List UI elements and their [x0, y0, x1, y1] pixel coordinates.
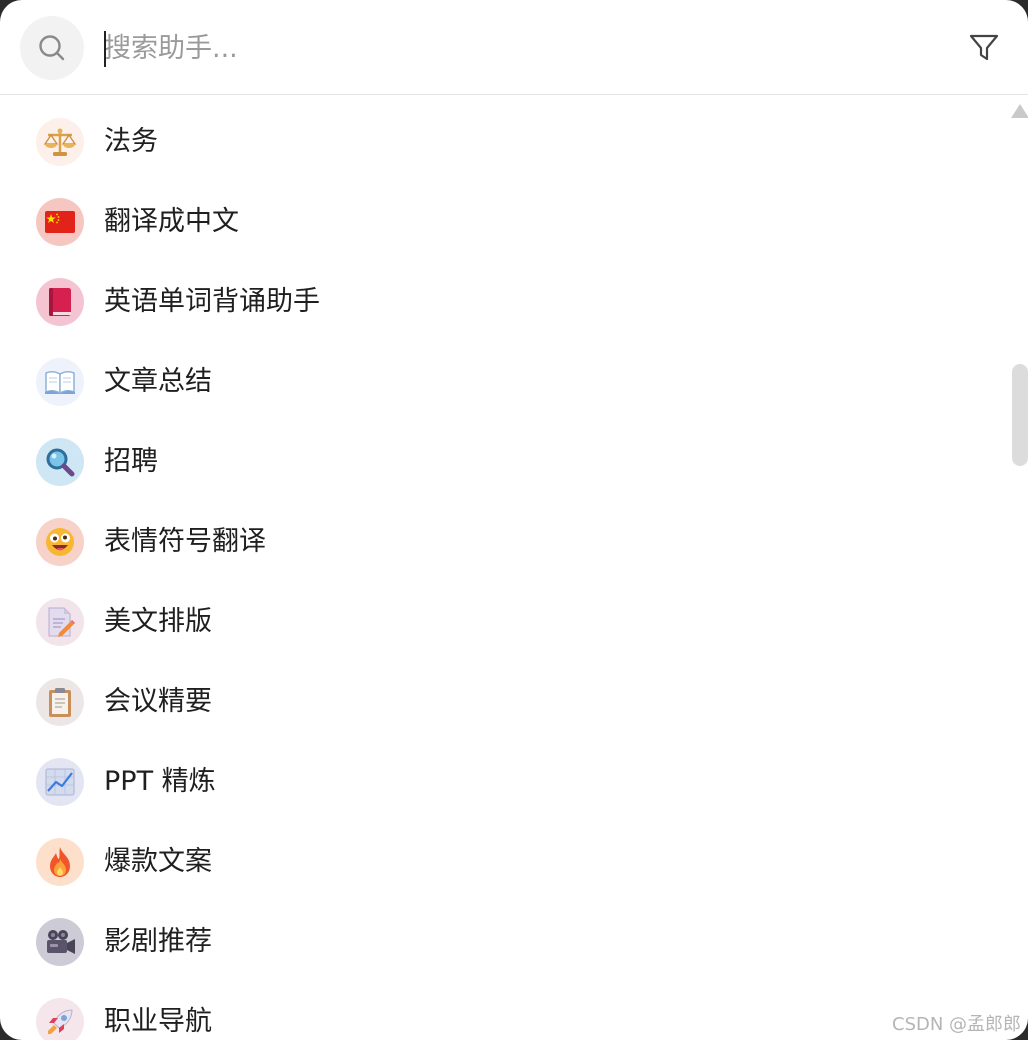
- assistant-label: 表情符号翻译: [104, 526, 266, 557]
- search-input[interactable]: [104, 24, 924, 72]
- assistant-label: 招聘: [104, 446, 158, 477]
- search-bar: [0, 0, 1028, 95]
- assistant-item-career-guide[interactable]: 职业导航: [0, 976, 1000, 1040]
- magnifying-glass-icon: [36, 438, 84, 486]
- assistant-item-movie-recommend[interactable]: 影剧推荐: [0, 896, 1000, 976]
- china-flag-icon: [36, 198, 84, 246]
- assistant-label: PPT 精炼: [104, 766, 216, 797]
- assistant-picker-panel: 法务 翻译成中文: [0, 0, 1028, 1040]
- filter-button[interactable]: [962, 28, 1006, 68]
- open-book-icon: [36, 358, 84, 406]
- assistant-item-article-layout[interactable]: 美文排版: [0, 576, 1000, 656]
- red-book-icon: [36, 278, 84, 326]
- scrollbar-thumb[interactable]: [1012, 364, 1028, 466]
- assistant-item-translate-chinese[interactable]: 翻译成中文: [0, 176, 1000, 256]
- rocket-icon: [36, 998, 84, 1040]
- chart-increasing-icon: [36, 758, 84, 806]
- assistant-label: 法务: [104, 126, 158, 157]
- assistant-label: 爆款文案: [104, 846, 212, 877]
- movie-camera-icon: [36, 918, 84, 966]
- assistant-item-article-summary[interactable]: 文章总结: [0, 336, 1000, 416]
- assistant-item-legal[interactable]: 法务: [0, 96, 1000, 176]
- assistant-list[interactable]: 法务 翻译成中文 英语单词背诵助手 文章总结 招聘 表情符号翻译 美文排版 会议…: [0, 96, 1028, 1040]
- search-icon[interactable]: [20, 16, 84, 80]
- assistant-item-emoji-translate[interactable]: 表情符号翻译: [0, 496, 1000, 576]
- assistant-label: 英语单词背诵助手: [104, 286, 320, 317]
- fire-icon: [36, 838, 84, 886]
- memo-icon: [36, 598, 84, 646]
- assistant-label: 文章总结: [104, 366, 212, 397]
- zany-face-icon: [36, 518, 84, 566]
- text-caret: [104, 31, 106, 67]
- balance-scale-icon: [36, 118, 84, 166]
- assistant-item-meeting-summary[interactable]: 会议精要: [0, 656, 1000, 736]
- scroll-up-arrow[interactable]: [1011, 104, 1028, 118]
- clipboard-icon: [36, 678, 84, 726]
- assistant-label: 翻译成中文: [104, 206, 239, 237]
- assistant-label: 影剧推荐: [104, 926, 212, 957]
- assistant-item-ppt-refine[interactable]: PPT 精炼: [0, 736, 1000, 816]
- assistant-item-viral-copy[interactable]: 爆款文案: [0, 816, 1000, 896]
- assistant-label: 美文排版: [104, 606, 212, 637]
- filter-icon: [969, 34, 999, 61]
- watermark: CSDN @孟郎郎: [892, 1014, 1022, 1035]
- assistant-item-english-vocab[interactable]: 英语单词背诵助手: [0, 256, 1000, 336]
- assistant-label: 职业导航: [104, 1006, 212, 1037]
- assistant-item-recruitment[interactable]: 招聘: [0, 416, 1000, 496]
- assistant-label: 会议精要: [104, 686, 212, 717]
